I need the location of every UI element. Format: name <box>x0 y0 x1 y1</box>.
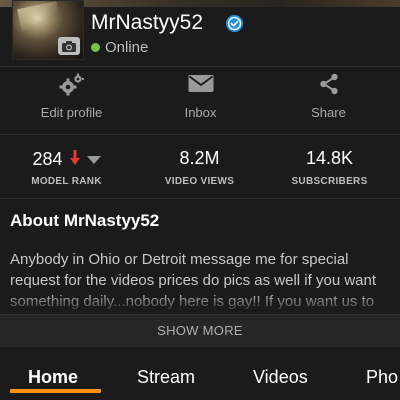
video-views-value: 8.2M <box>179 148 220 168</box>
profile-tabs: Home Stream Videos Pho <box>0 347 400 400</box>
about-title: About MrNastyy52 <box>10 211 160 230</box>
video-views-label: VIDEO VIEWS <box>164 176 235 187</box>
model-rank-label: MODEL RANK <box>31 176 102 187</box>
username: MrNastyy52 <box>91 11 204 34</box>
show-more-button[interactable]: SHOW MORE <box>0 314 400 348</box>
subscribers-value: 14.8K <box>305 148 354 168</box>
tab-home[interactable]: Home <box>28 367 78 388</box>
about-fade-overlay <box>0 292 400 314</box>
active-tab-indicator <box>10 389 101 393</box>
online-status-dot <box>91 43 100 52</box>
edit-profile-label: Edit profile <box>40 105 103 120</box>
model-rank-stat[interactable]: 284 MODEL RANK <box>0 148 133 188</box>
profile-header: MrNastyy52 Online <box>0 0 400 66</box>
divider <box>0 134 400 135</box>
subscribers-label: SUBSCRIBERS <box>291 176 368 187</box>
chevron-down-icon[interactable] <box>86 149 101 170</box>
envelope-icon <box>134 73 267 97</box>
share-label: Share <box>311 105 346 120</box>
share-icon <box>262 73 395 97</box>
tab-videos[interactable]: Videos <box>253 367 308 388</box>
rank-down-arrow-icon <box>69 149 80 170</box>
gears-icon <box>5 73 138 97</box>
share-button[interactable]: Share <box>262 66 395 134</box>
divider <box>0 198 400 199</box>
verified-badge-icon <box>226 15 243 32</box>
online-status: Online <box>105 39 149 56</box>
model-rank-value: 284 <box>32 148 63 169</box>
tab-stream[interactable]: Stream <box>137 367 195 388</box>
tab-photos[interactable]: Pho <box>366 367 398 388</box>
subscribers-stat: 14.8K SUBSCRIBERS <box>263 148 396 187</box>
inbox-button[interactable]: Inbox <box>134 66 267 134</box>
camera-icon[interactable] <box>58 37 80 55</box>
inbox-label: Inbox <box>184 105 217 120</box>
edit-profile-button[interactable]: Edit profile <box>5 66 138 134</box>
video-views-stat: 8.2M VIDEO VIEWS <box>133 148 266 187</box>
